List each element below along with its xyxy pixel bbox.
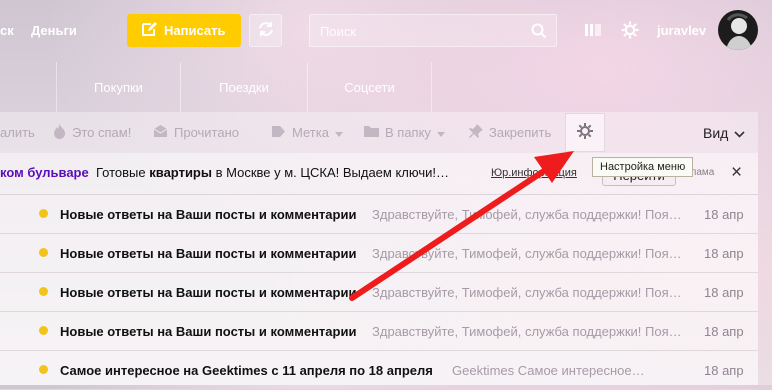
message-date: 18 апр: [704, 285, 744, 300]
unread-dot[interactable]: [39, 248, 48, 257]
ad-text-prefix: Готовые: [96, 165, 150, 180]
refresh-icon: [257, 20, 275, 41]
message-snippet: Здравствуйте, Тимофей, служба поддержки!…: [372, 324, 682, 339]
ad-link[interactable]: ком бульваре: [0, 165, 89, 180]
search-box[interactable]: [309, 14, 557, 48]
compose-label: Написать: [164, 23, 226, 38]
message-snippet: Здравствуйте, Тимофей, служба поддержки!…: [372, 246, 682, 261]
compose-icon: [141, 21, 157, 40]
message-row[interactable]: Новые ответы на Ваши посты и комментарии…: [0, 312, 758, 351]
read-label: Прочитано: [174, 125, 239, 140]
ad-text-suffix: в Москве у м. ЦСКА! Выдаем ключи!…: [211, 165, 449, 180]
label-label: Метка: [292, 125, 329, 140]
delete-label: алить: [0, 125, 35, 140]
unread-dot[interactable]: [39, 365, 48, 374]
gear-icon: [576, 122, 594, 143]
search-icon[interactable]: [531, 23, 547, 42]
pin-icon: [469, 124, 483, 141]
move-to-folder-button[interactable]: В папку: [364, 112, 445, 153]
message-subject: Новые ответы на Ваши посты и комментарии: [60, 324, 357, 339]
view-label: Вид: [703, 124, 729, 141]
tab-label: Поездки: [219, 79, 269, 95]
spam-button[interactable]: Это спам!: [53, 112, 131, 153]
search-input[interactable]: [310, 15, 532, 48]
pin-button[interactable]: Закрепить: [469, 112, 551, 153]
folder-label: В папку: [385, 125, 431, 140]
folder-icon: [364, 125, 379, 140]
ad-text: Готовые квартиры в Москве у м. ЦСКА! Выд…: [96, 165, 449, 180]
unread-dot[interactable]: [39, 287, 48, 296]
chevron-down-icon: [436, 125, 445, 140]
label-button[interactable]: Метка: [271, 112, 343, 153]
message-row[interactable]: Новые ответы на Ваши посты и комментарии…: [0, 234, 758, 273]
tab-trips[interactable]: Поездки: [181, 62, 308, 112]
service-tabs: Покупки Поездки Соцсети: [0, 62, 772, 112]
mail-toolbar: алить Это спам! Прочитано Метка В папку …: [0, 112, 758, 153]
username[interactable]: juravlev: [657, 23, 706, 38]
spam-label: Это спам!: [72, 125, 132, 140]
tab-label: Покупки: [94, 79, 143, 95]
message-date: 18 апр: [704, 207, 744, 222]
avatar[interactable]: [718, 10, 758, 50]
unread-dot[interactable]: [39, 209, 48, 218]
message-subject: Новые ответы на Ваши посты и комментарии: [60, 246, 357, 261]
message-subject: Новые ответы на Ваши посты и комментарии: [60, 285, 357, 300]
flame-icon: [53, 123, 66, 142]
compose-button[interactable]: Написать: [127, 14, 241, 47]
message-date: 18 апр: [704, 363, 744, 378]
mark-read-button[interactable]: Прочитано: [153, 112, 239, 153]
pin-label: Закрепить: [489, 125, 552, 140]
ad-legal-link[interactable]: Юр.информация: [491, 167, 577, 179]
message-list: ком бульваре Готовые квартиры в Москве у…: [0, 153, 758, 390]
settings-tooltip: Настройка меню: [592, 157, 694, 177]
message-date: 18 апр: [704, 246, 744, 261]
message-snippet: Здравствуйте, Тимофей, служба поддержки!…: [372, 207, 682, 222]
message-subject: Самое интересное на Geektimes с 11 апрел…: [60, 363, 433, 378]
tag-icon: [271, 125, 286, 141]
nav-link-money[interactable]: Деньги: [31, 23, 77, 38]
toolbar-settings-button[interactable]: [565, 113, 605, 152]
ad-text-bold: квартиры: [149, 165, 212, 180]
tab-social[interactable]: Соцсети: [308, 62, 432, 112]
tab-blank[interactable]: [0, 62, 57, 112]
refresh-button[interactable]: [249, 14, 282, 47]
view-dropdown[interactable]: Вид: [703, 112, 745, 153]
ad-close-icon[interactable]: ×: [731, 162, 742, 184]
tab-shopping[interactable]: Покупки: [57, 62, 181, 112]
mail-services-icon[interactable]: [584, 21, 602, 42]
message-snippet: Geektimes Самое интересное…: [452, 363, 645, 378]
message-snippet: Здравствуйте, Тимофей, служба поддержки!…: [372, 285, 682, 300]
message-row[interactable]: Самое интересное на Geektimes с 11 апрел…: [0, 351, 758, 390]
settings-gear-icon[interactable]: [621, 21, 639, 42]
message-date: 18 апр: [704, 324, 744, 339]
chevron-down-icon: [334, 125, 343, 140]
nav-link-partial[interactable]: ск: [0, 23, 14, 38]
unread-dot[interactable]: [39, 326, 48, 335]
delete-button[interactable]: алить: [0, 112, 35, 153]
message-row[interactable]: Новые ответы на Ваши посты и комментарии…: [0, 195, 758, 234]
message-row[interactable]: Новые ответы на Ваши посты и комментарии…: [0, 273, 758, 312]
chevron-down-icon: [734, 125, 745, 141]
tab-label: Соцсети: [344, 79, 395, 95]
message-subject: Новые ответы на Ваши посты и комментарии: [60, 207, 357, 222]
envelope-open-icon: [153, 124, 168, 141]
